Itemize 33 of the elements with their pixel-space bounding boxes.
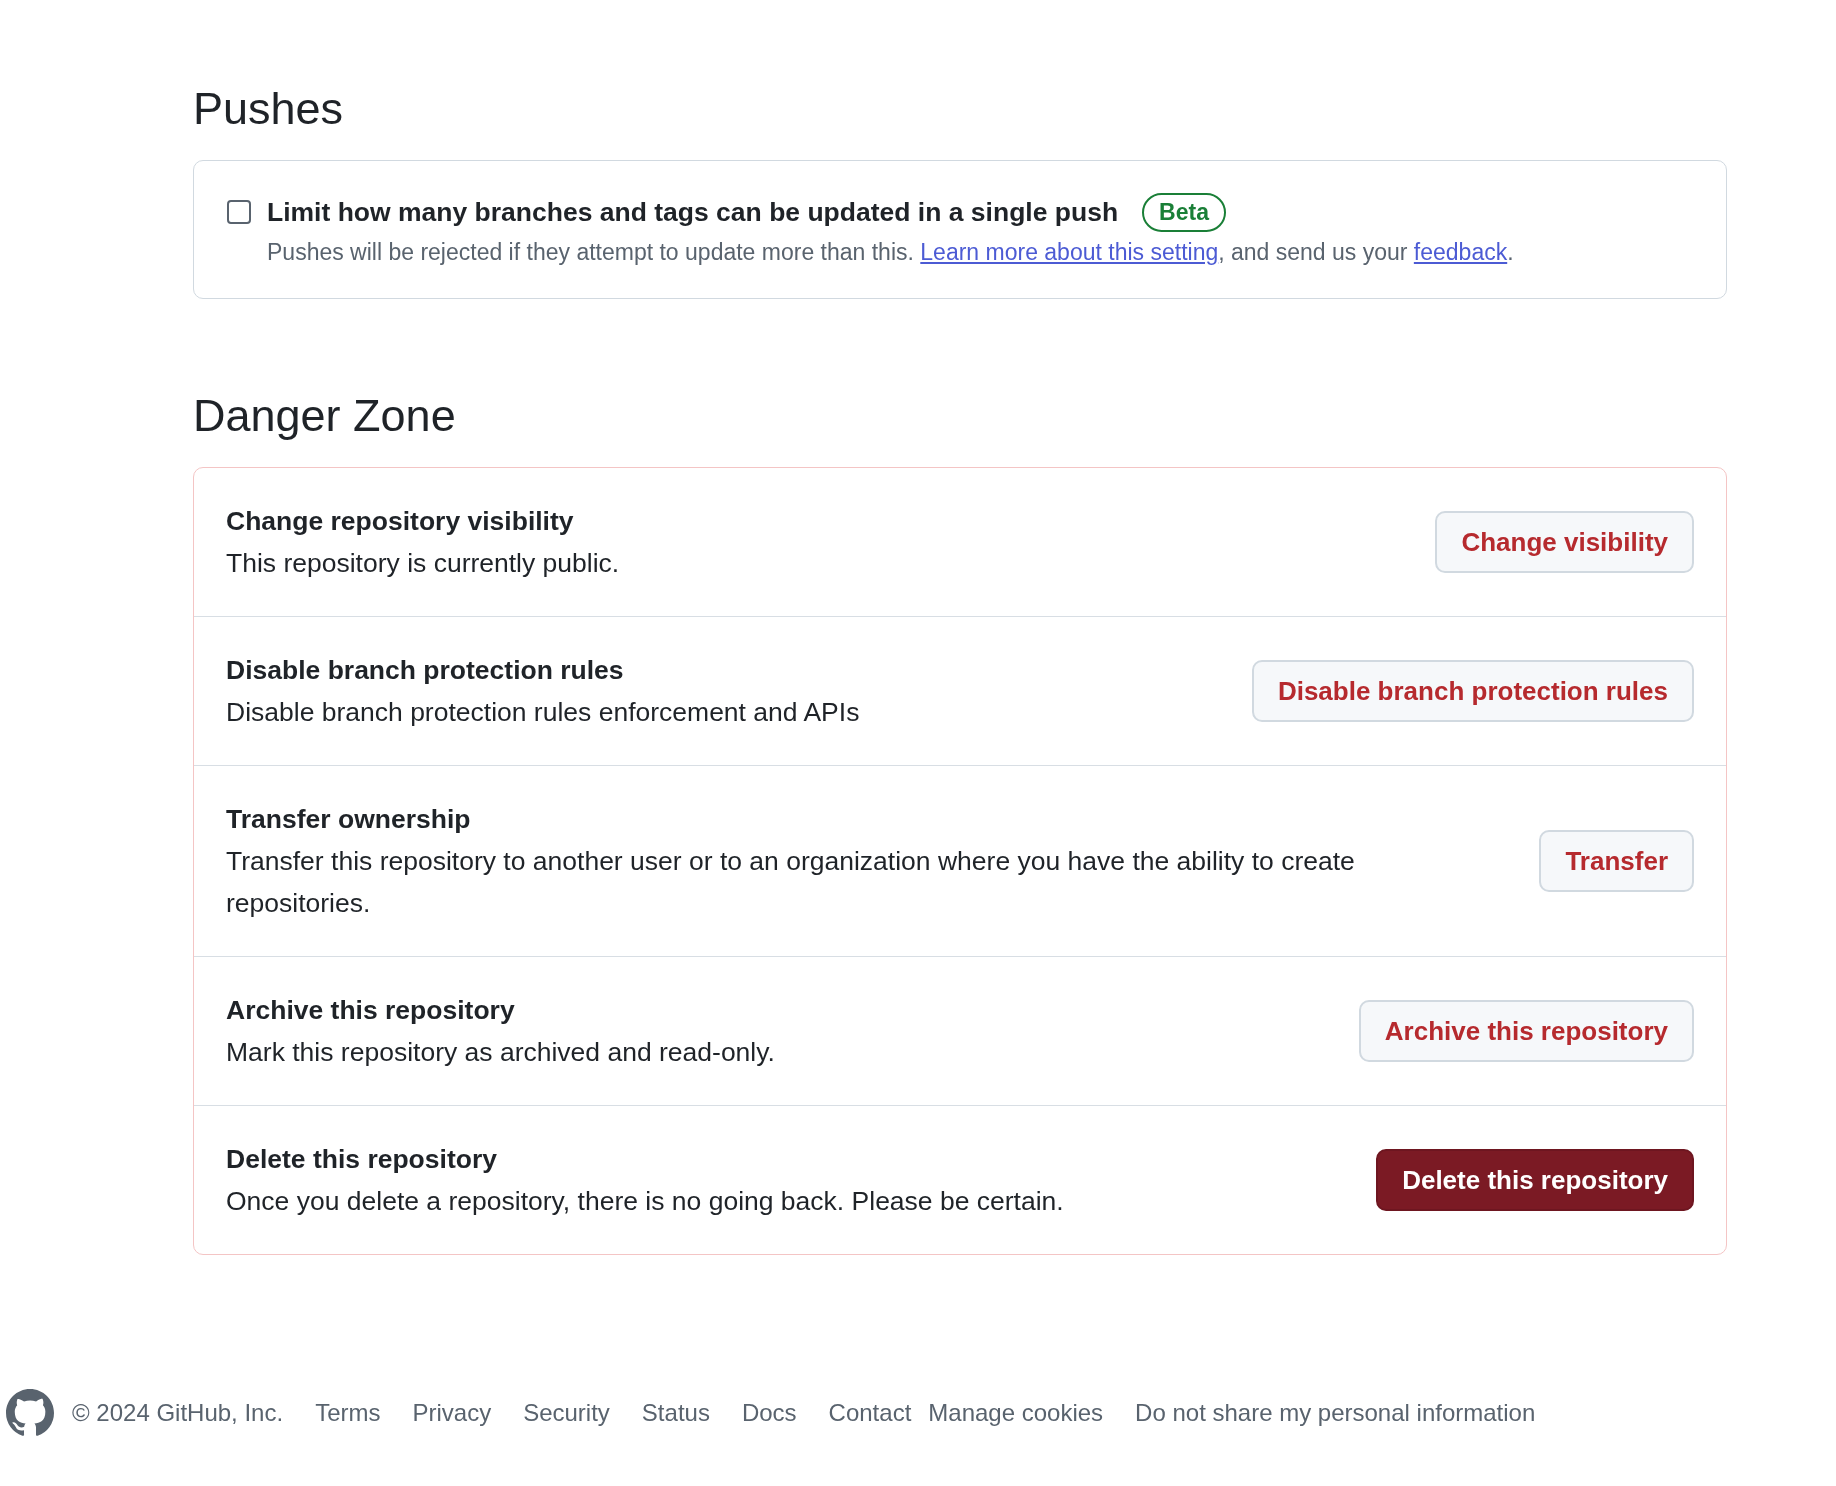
- action-button[interactable]: Disable branch protection rules: [1251, 660, 1694, 722]
- setting-description: Mark this repository as archived and read-only.: [226, 1036, 776, 1069]
- footer-link[interactable]: Status: [641, 1395, 710, 1431]
- setting-description: Pushes will be rejected if they attempt to update more than this. Learn more about this setting, and send us your feedback.: [267, 238, 1514, 267]
- setting-description: Transfer this repository to another user or to an organization where you have the ability to create repositories.: [226, 845, 1356, 920]
- footer-link[interactable]: Security: [523, 1395, 610, 1431]
- copyright-text: © 2024 GitHub, Inc.: [72, 1398, 284, 1428]
- setting-title: Change repository visibility: [226, 505, 575, 538]
- cat-logo-icon[interactable]: [6, 1389, 54, 1437]
- footer-link[interactable]: Manage cookies: [928, 1395, 1104, 1431]
- setting-title: Archive this repository: [226, 994, 516, 1027]
- action-button[interactable]: Change visibility: [1435, 511, 1694, 573]
- action-button[interactable]: Transfer: [1539, 830, 1694, 892]
- section-heading: Pushes: [193, 82, 345, 136]
- inline-link[interactable]: Learn more about this setting: [920, 239, 1219, 265]
- label-badge: Beta: [1142, 192, 1226, 232]
- setting-description: Disable branch protection rules enforcement and APIs: [226, 696, 861, 729]
- section-heading: Danger Zone: [193, 389, 457, 443]
- footer-link[interactable]: Terms: [315, 1395, 381, 1431]
- checkbox[interactable]: [227, 200, 251, 224]
- inline-link[interactable]: feedback: [1413, 239, 1508, 265]
- setting-title: Delete this repository: [226, 1143, 498, 1176]
- footer-link[interactable]: Contact: [828, 1395, 912, 1431]
- setting-title: Transfer ownership: [226, 803, 472, 836]
- checkbox-label: Limit how many branches and tags can be updated in a single push: [267, 196, 1119, 229]
- action-button[interactable]: Delete this repository: [1376, 1149, 1694, 1211]
- setting-description: Once you delete a repository, there is no going back. Please be certain.: [226, 1185, 1065, 1218]
- setting-title: Disable branch protection rules: [226, 654, 625, 687]
- footer-link[interactable]: Do not share my personal information: [1135, 1395, 1536, 1431]
- setting-description: This repository is currently public.: [226, 547, 621, 580]
- footer-link[interactable]: Privacy: [412, 1395, 492, 1431]
- footer-link[interactable]: Docs: [741, 1395, 797, 1431]
- action-button[interactable]: Archive this repository: [1358, 1000, 1694, 1062]
